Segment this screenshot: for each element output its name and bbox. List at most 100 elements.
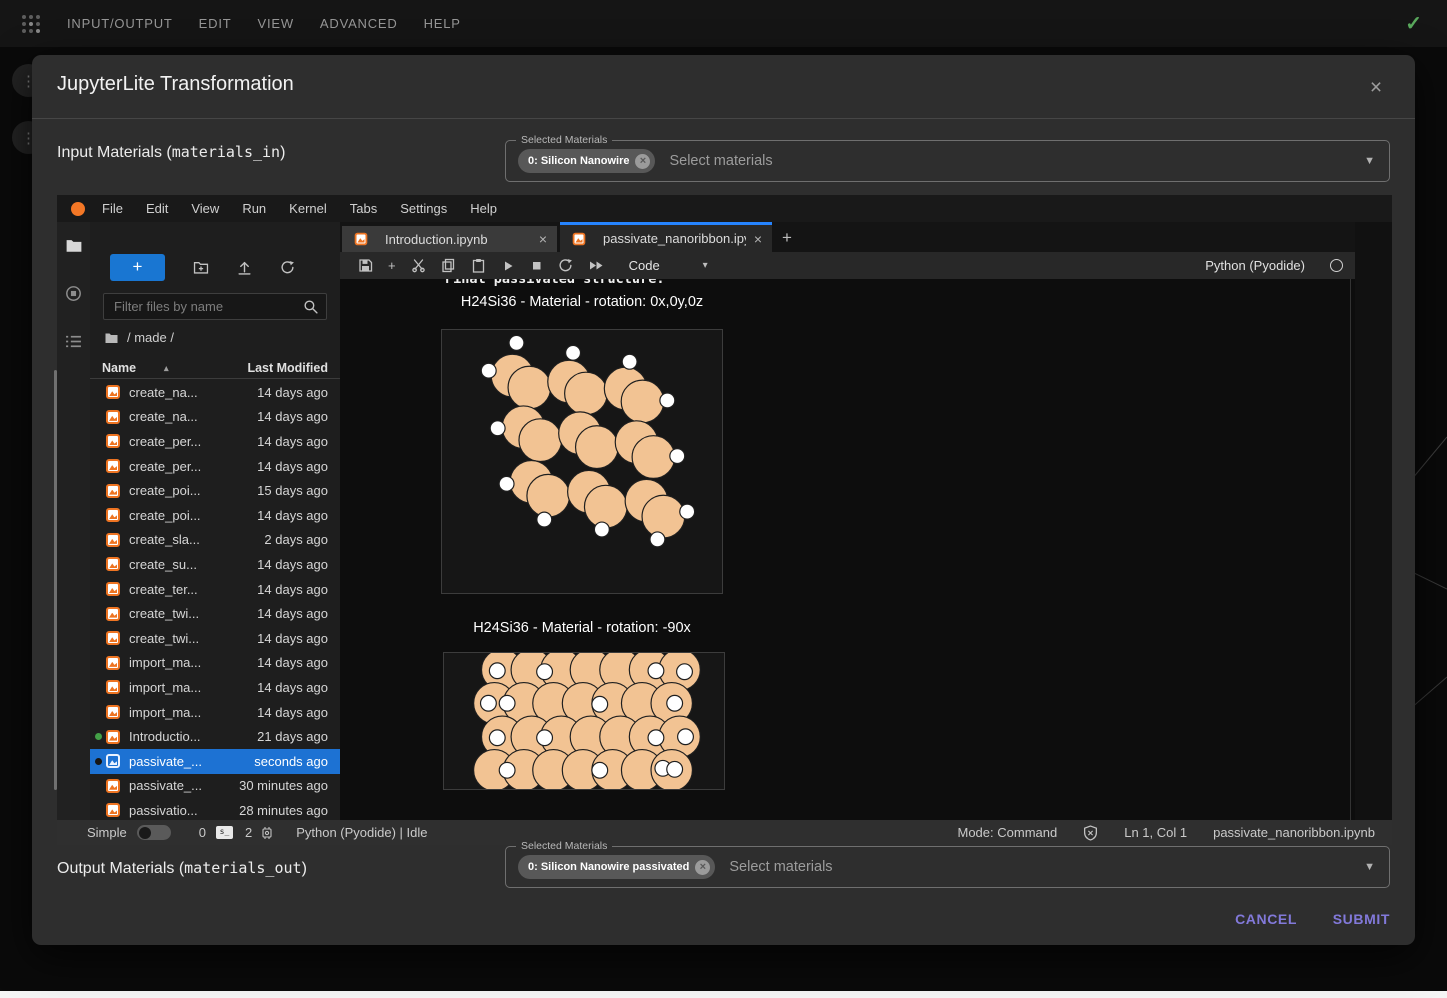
cell-type-select[interactable]: Code bbox=[629, 258, 660, 273]
jp-menu-view[interactable]: View bbox=[191, 201, 219, 216]
file-name: create_per... bbox=[129, 434, 249, 449]
menu-help[interactable]: HELP bbox=[424, 16, 461, 31]
kernel-name[interactable]: Python (Pyodide) bbox=[1205, 258, 1305, 273]
running-kernels-icon[interactable] bbox=[65, 285, 82, 302]
new-tab-icon[interactable]: + bbox=[782, 228, 792, 248]
file-row[interactable]: passivate_...30 minutes ago bbox=[90, 774, 340, 799]
restart-kernel-icon[interactable] bbox=[558, 258, 573, 273]
trust-shield-icon[interactable] bbox=[1083, 825, 1098, 841]
terminals-count[interactable]: 0 bbox=[199, 825, 206, 840]
file-modified: 14 days ago bbox=[257, 705, 328, 720]
tab-close-icon[interactable]: × bbox=[539, 231, 547, 247]
sort-ascending-icon[interactable]: ▴ bbox=[164, 363, 169, 374]
menu-advanced[interactable]: ADVANCED bbox=[320, 16, 398, 31]
material-chip[interactable]: 0: Silicon Nanowire × bbox=[518, 149, 655, 173]
file-modified: 14 days ago bbox=[257, 557, 328, 572]
kernel-dot-icon bbox=[95, 733, 102, 740]
cancel-button[interactable]: CANCEL bbox=[1235, 911, 1297, 927]
jp-menu-help[interactable]: Help bbox=[470, 201, 497, 216]
figure-title: H24Si36 - Material - rotation: 0x,0y,0z bbox=[441, 294, 723, 310]
simple-mode-toggle[interactable] bbox=[137, 825, 171, 840]
file-row[interactable]: import_ma...14 days ago bbox=[90, 651, 340, 676]
tab-passivate-nanoribbon[interactable]: passivate_nanoribbon.ipynb × bbox=[560, 222, 772, 252]
table-of-contents-icon[interactable] bbox=[65, 334, 82, 349]
submit-button[interactable]: SUBMIT bbox=[1333, 911, 1390, 927]
paste-icon[interactable] bbox=[471, 258, 486, 273]
file-filter-input[interactable] bbox=[104, 299, 303, 314]
notebook-file-icon bbox=[106, 533, 120, 547]
column-last-modified[interactable]: Last Modified bbox=[247, 361, 328, 375]
active-file-name[interactable]: passivate_nanoribbon.ipynb bbox=[1213, 825, 1375, 840]
new-launcher-button[interactable]: + bbox=[110, 254, 165, 281]
copy-icon[interactable] bbox=[441, 258, 456, 273]
file-list[interactable]: create_na...14 days agocreate_na...14 da… bbox=[90, 380, 340, 820]
tab-introduction[interactable]: Introduction.ipynb × bbox=[342, 226, 557, 252]
notebook-file-icon bbox=[106, 803, 120, 817]
dot-spacer bbox=[95, 586, 102, 593]
file-row[interactable]: create_su...14 days ago bbox=[90, 552, 340, 577]
close-icon[interactable]: × bbox=[1363, 75, 1389, 101]
atoms-svg bbox=[442, 330, 722, 593]
file-row[interactable]: import_ma...14 days ago bbox=[90, 675, 340, 700]
check-icon[interactable]: ✓ bbox=[1405, 11, 1422, 36]
file-row[interactable]: import_ma...14 days ago bbox=[90, 700, 340, 725]
file-row[interactable]: create_per...14 days ago bbox=[90, 429, 340, 454]
upload-icon[interactable] bbox=[237, 260, 252, 275]
input-materials-select[interactable]: Selected Materials 0: Silicon Nanowire ×… bbox=[505, 140, 1390, 182]
kernels-count[interactable]: 2 bbox=[245, 825, 252, 840]
jp-menu-run[interactable]: Run bbox=[242, 201, 266, 216]
file-modified: 15 days ago bbox=[257, 483, 328, 498]
dot-spacer bbox=[95, 684, 102, 691]
output-materials-select[interactable]: Selected Materials 0: Silicon Nanowire p… bbox=[505, 846, 1390, 888]
run-all-icon[interactable] bbox=[588, 259, 604, 272]
file-row[interactable]: create_twi...14 days ago bbox=[90, 626, 340, 651]
kernel-status-text[interactable]: Python (Pyodide) | Idle bbox=[296, 825, 427, 840]
kernel-status-icon[interactable] bbox=[1330, 259, 1343, 272]
jp-menu-edit[interactable]: Edit bbox=[146, 201, 168, 216]
jp-menu-file[interactable]: File bbox=[102, 201, 123, 216]
dropdown-caret-icon[interactable]: ▼ bbox=[1364, 155, 1375, 167]
file-browser-icon[interactable] bbox=[65, 237, 83, 253]
cut-icon[interactable] bbox=[411, 258, 426, 273]
tab-close-icon[interactable]: × bbox=[754, 231, 762, 247]
file-row[interactable]: passivatio...28 minutes ago bbox=[90, 798, 340, 820]
jp-menu-tabs[interactable]: Tabs bbox=[350, 201, 377, 216]
file-row[interactable]: passivate_...seconds ago bbox=[90, 749, 340, 774]
chevron-down-icon[interactable]: ▾ bbox=[703, 260, 708, 271]
file-row[interactable]: create_poi...14 days ago bbox=[90, 503, 340, 528]
chip-delete-icon[interactable]: × bbox=[635, 154, 650, 169]
menu-edit[interactable]: EDIT bbox=[199, 16, 232, 31]
file-row[interactable]: create_per...14 days ago bbox=[90, 454, 340, 479]
refresh-icon[interactable] bbox=[280, 260, 295, 275]
file-row[interactable]: create_ter...14 days ago bbox=[90, 577, 340, 602]
stop-icon[interactable] bbox=[530, 259, 543, 272]
jp-menu-settings[interactable]: Settings bbox=[400, 201, 447, 216]
file-row[interactable]: create_twi...14 days ago bbox=[90, 601, 340, 626]
file-row[interactable]: Introductio...21 days ago bbox=[90, 724, 340, 749]
app-grid-icon[interactable] bbox=[20, 13, 42, 35]
notebook-mode[interactable]: Mode: Command bbox=[958, 825, 1058, 840]
menu-input-output[interactable]: INPUT/OUTPUT bbox=[67, 16, 173, 31]
file-row[interactable]: create_na...14 days ago bbox=[90, 380, 340, 405]
notebook-file-icon bbox=[106, 459, 120, 473]
notebook-content[interactable]: Final passivated structure: H24Si36 - Ma… bbox=[340, 279, 1355, 820]
save-icon[interactable] bbox=[358, 258, 373, 273]
column-name[interactable]: Name bbox=[102, 361, 136, 375]
divider bbox=[32, 118, 1415, 119]
dropdown-caret-icon[interactable]: ▼ bbox=[1364, 861, 1375, 873]
file-row[interactable]: create_poi...15 days ago bbox=[90, 478, 340, 503]
notebook-scrollbar[interactable] bbox=[1350, 279, 1351, 820]
material-chip[interactable]: 0: Silicon Nanowire passivated × bbox=[518, 855, 715, 879]
file-row[interactable]: create_na...14 days ago bbox=[90, 405, 340, 430]
menu-view[interactable]: VIEW bbox=[257, 16, 293, 31]
cursor-position[interactable]: Ln 1, Col 1 bbox=[1124, 825, 1187, 840]
file-modified: 14 days ago bbox=[257, 508, 328, 523]
run-icon[interactable] bbox=[501, 259, 515, 273]
file-row[interactable]: create_sla...2 days ago bbox=[90, 528, 340, 553]
chip-delete-icon[interactable]: × bbox=[695, 860, 710, 875]
insert-cell-icon[interactable]: + bbox=[388, 258, 396, 273]
simple-mode-label: Simple bbox=[87, 825, 127, 840]
new-folder-icon[interactable] bbox=[193, 260, 209, 274]
jp-menu-kernel[interactable]: Kernel bbox=[289, 201, 327, 216]
breadcrumb[interactable]: / made / bbox=[104, 330, 174, 345]
